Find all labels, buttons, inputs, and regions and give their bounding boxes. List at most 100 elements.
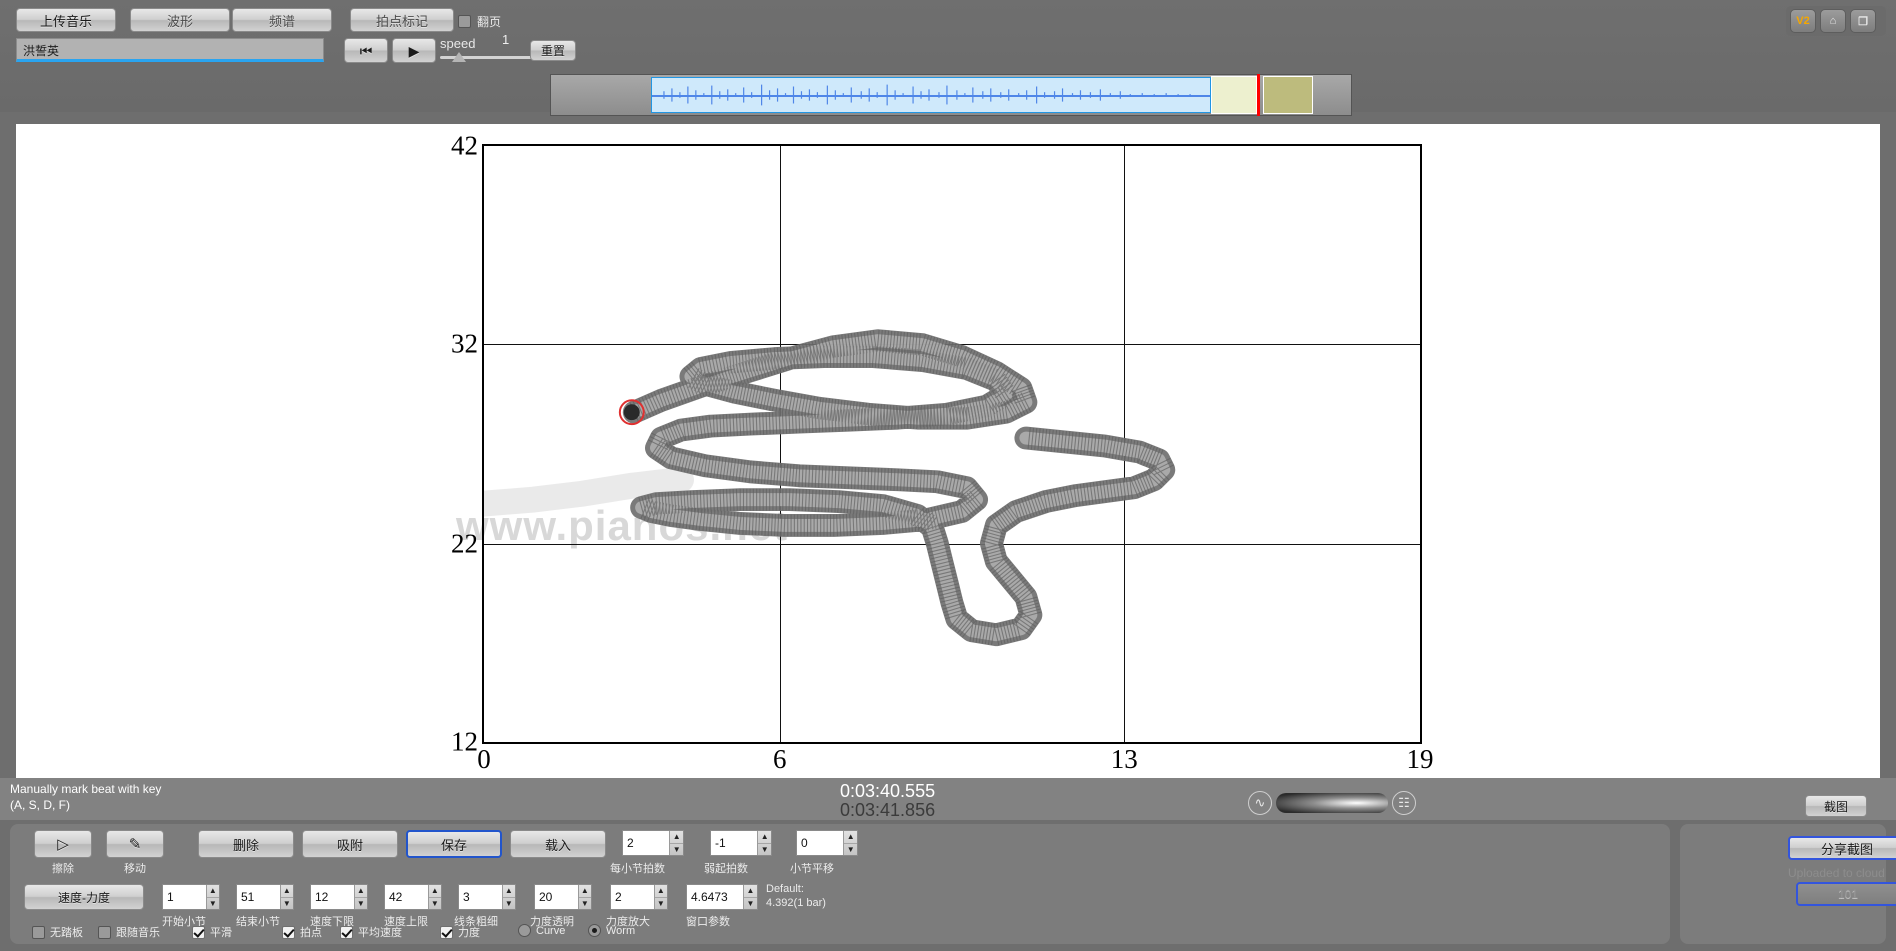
line-width-input[interactable]: [459, 885, 502, 909]
end-bar-stepper[interactable]: ▲▼: [236, 884, 294, 910]
playhead-marker[interactable]: [1257, 74, 1260, 116]
tempo-min-stepper[interactable]: ▲▼: [310, 884, 368, 910]
tempo-max-stepper[interactable]: ▲▼: [384, 884, 442, 910]
window-param-input[interactable]: [687, 885, 743, 909]
worm-label: Worm: [606, 925, 635, 937]
screenshot-button[interactable]: 截图: [1805, 795, 1867, 817]
x-axis-tick: 13: [1111, 744, 1138, 775]
load-button[interactable]: 载入: [510, 830, 606, 858]
beats-per-bar-stepper[interactable]: ▲▼: [622, 830, 684, 856]
hint-line-1: Manually mark beat with key: [10, 781, 161, 797]
curve-label: Curve: [536, 925, 565, 937]
play-button[interactable]: ▶: [392, 38, 436, 63]
bar-shift-stepper[interactable]: ▲▼: [796, 830, 858, 856]
upload-music-button[interactable]: 上传音乐: [16, 8, 116, 32]
speed-slider-handle[interactable]: [452, 52, 466, 62]
worm-radio[interactable]: Worm: [588, 924, 635, 937]
dynamics-scale-input[interactable]: [611, 885, 654, 909]
pickup-beats-input[interactable]: [711, 831, 757, 855]
waveform-button[interactable]: 波形: [130, 8, 230, 32]
song-title-input[interactable]: 洪誓英: [16, 38, 324, 62]
snap-button[interactable]: 吸附: [302, 830, 398, 858]
cloud-link-button[interactable]: 101: [1796, 882, 1896, 906]
stepper-arrows[interactable]: ▲▼: [654, 885, 667, 909]
share-screenshot-button[interactable]: 分享截图: [1788, 836, 1896, 860]
curve-radio[interactable]: Curve: [518, 924, 565, 937]
plot-area[interactable]: 42 32 22 12 0 6 13 19: [482, 144, 1422, 744]
stepper-arrows[interactable]: ▲▼: [843, 831, 857, 855]
eraser-icon: ▷: [57, 835, 69, 853]
follow-music-checkbox[interactable]: 跟随音乐: [98, 924, 160, 940]
beat-mark-button[interactable]: 拍点标记: [350, 8, 454, 32]
pickup-beats-caption: 弱起拍数: [704, 860, 748, 876]
volume-slider[interactable]: [1276, 793, 1388, 813]
smooth-checkbox[interactable]: 平滑: [192, 924, 232, 940]
stepper-arrows[interactable]: ▲▼: [743, 885, 757, 909]
chart-panel: www.pianos.net 42 32 22 12 0 6 13 19: [16, 124, 1880, 778]
default-window-note-line1: Default:: [766, 882, 804, 896]
window-param-stepper[interactable]: ▲▼: [686, 884, 758, 910]
move-tool-button[interactable]: ✎: [106, 830, 164, 858]
stepper-arrows[interactable]: ▲▼: [669, 831, 683, 855]
save-button[interactable]: 保存: [406, 830, 502, 858]
end-bar-caption: 结束小节: [236, 913, 280, 929]
waveform-selection-region[interactable]: [651, 77, 1211, 113]
dynamics-opacity-input[interactable]: [535, 885, 578, 909]
rewind-button[interactable]: ⏮: [344, 38, 388, 63]
pickup-beats-stepper[interactable]: ▲▼: [710, 830, 772, 856]
stepper-arrows[interactable]: ▲▼: [578, 885, 591, 909]
radio-icon[interactable]: [588, 924, 601, 937]
dynamics-opacity-stepper[interactable]: ▲▼: [534, 884, 592, 910]
checkbox-icon[interactable]: [98, 926, 111, 939]
waveform-icon[interactable]: ∿: [1248, 791, 1272, 815]
version-badge[interactable]: V2: [1790, 9, 1816, 33]
radio-icon[interactable]: [518, 924, 531, 937]
stepper-arrows[interactable]: ▲▼: [354, 885, 367, 909]
stepper-arrows[interactable]: ▲▼: [757, 831, 771, 855]
fullscreen-icon[interactable]: ❐: [1850, 9, 1876, 33]
stepper-arrows[interactable]: ▲▼: [502, 885, 515, 909]
waveform-timeline[interactable]: [550, 74, 1352, 116]
dynamics-scale-stepper[interactable]: ▲▼: [610, 884, 668, 910]
delete-button[interactable]: 删除: [198, 830, 294, 858]
page-turn-checkbox[interactable]: 翻页: [458, 13, 501, 30]
tempo-dynamics-button[interactable]: 速度-力度: [24, 884, 144, 910]
beats-per-bar-input[interactable]: [623, 831, 669, 855]
stepper-arrows[interactable]: ▲▼: [280, 885, 293, 909]
bar-shift-input[interactable]: [797, 831, 843, 855]
home-icon[interactable]: ⌂: [1820, 9, 1846, 33]
line-width-stepper[interactable]: ▲▼: [458, 884, 516, 910]
status-strip: Manually mark beat with key (A, S, D, F)…: [0, 778, 1896, 820]
checkbox-icon[interactable]: [192, 926, 205, 939]
stepper-arrows[interactable]: ▲▼: [428, 885, 441, 909]
tempo-min-input[interactable]: [311, 885, 354, 909]
dynamics-label: 力度: [458, 924, 480, 940]
reset-button[interactable]: 重置: [530, 40, 576, 61]
audio-signal-icon[interactable]: ☷: [1392, 791, 1416, 815]
x-axis-tick: 6: [773, 744, 787, 775]
waveform-olive-region[interactable]: [1263, 76, 1313, 114]
dynamics-checkbox[interactable]: 力度: [440, 924, 480, 940]
bottom-toolbar: ▷ 擦除 ✎ 移动 删除 吸附 保存 载入 ▲▼ 每小节拍数 ▲▼ 弱起拍数 ▲…: [10, 824, 1670, 944]
no-pedal-checkbox[interactable]: 无踏板: [32, 924, 83, 940]
x-axis-tick: 0: [477, 744, 491, 775]
smooth-label: 平滑: [210, 924, 232, 940]
stepper-arrows[interactable]: ▲▼: [206, 885, 219, 909]
volume-control[interactable]: ∿ ☷: [1248, 790, 1418, 816]
checkbox-icon[interactable]: [32, 926, 45, 939]
checkbox-icon[interactable]: [340, 926, 353, 939]
start-bar-stepper[interactable]: ▲▼: [162, 884, 220, 910]
eraser-tool-button[interactable]: ▷: [34, 830, 92, 858]
eraser-tool-caption: 擦除: [34, 860, 92, 876]
checkbox-icon[interactable]: [440, 926, 453, 939]
waveform-pale-region[interactable]: [1211, 76, 1257, 114]
tempo-max-input[interactable]: [385, 885, 428, 909]
checkbox-icon[interactable]: [458, 15, 471, 28]
skip-to-start-icon: ⏮: [360, 44, 373, 58]
start-bar-input[interactable]: [163, 885, 206, 909]
beat-checkbox[interactable]: 拍点: [282, 924, 322, 940]
spectrum-button[interactable]: 频谱: [232, 8, 332, 32]
average-tempo-checkbox[interactable]: 平均速度: [340, 924, 402, 940]
end-bar-input[interactable]: [237, 885, 280, 909]
checkbox-icon[interactable]: [282, 926, 295, 939]
